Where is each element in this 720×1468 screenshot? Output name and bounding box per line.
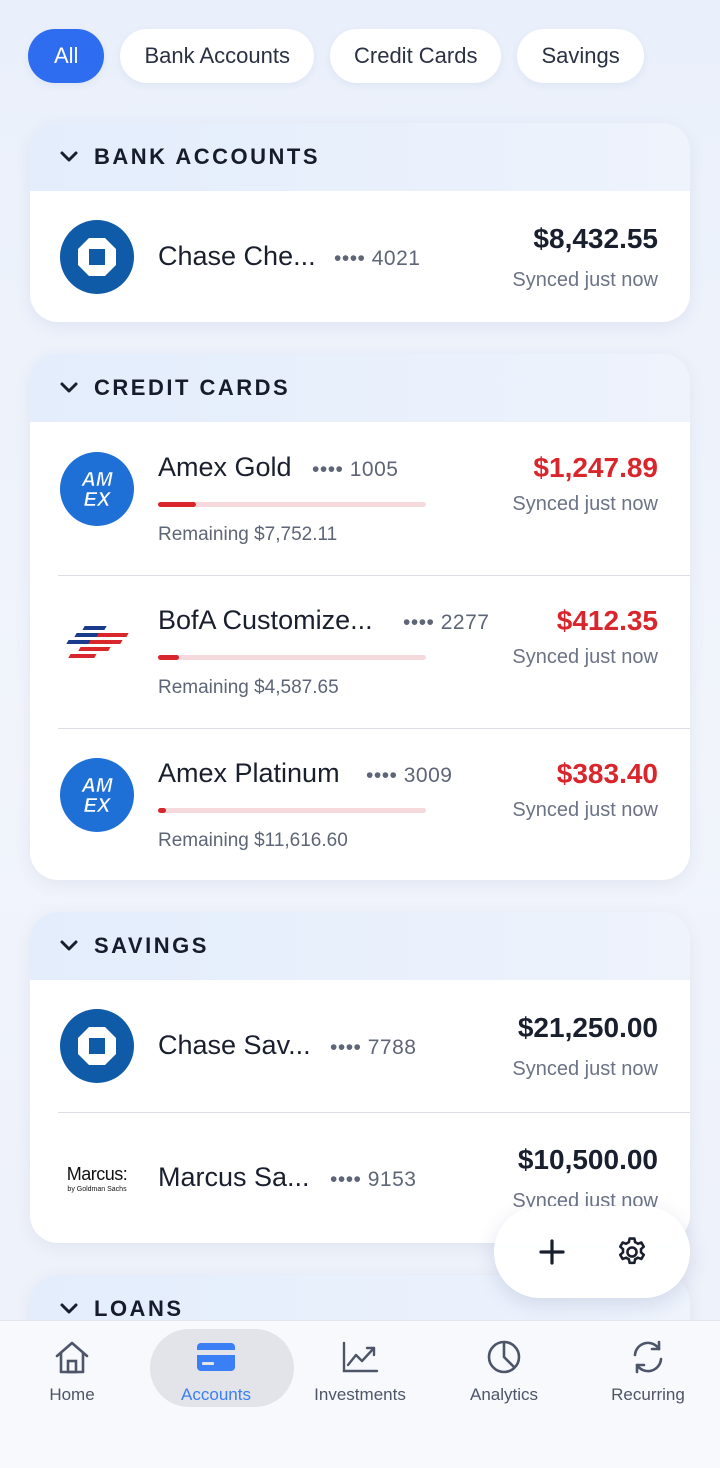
section-title: BANK ACCOUNTS (94, 144, 321, 169)
nav-home-label: Home (49, 1385, 95, 1404)
chevron-down-icon (58, 1298, 80, 1320)
credit-cards-section: CREDIT CARDS AM EX Amex Gold •••• 1005 $… (30, 354, 690, 880)
section-title: LOANS (94, 1296, 184, 1321)
credit-utilization-fill (158, 655, 180, 660)
svg-text:EX: EX (84, 489, 112, 511)
gear-icon (618, 1237, 646, 1265)
svg-text:AM: AM (80, 469, 113, 491)
add-account-button[interactable] (528, 1228, 576, 1276)
nav-analytics[interactable]: Analytics (432, 1321, 576, 1468)
nav-investments-label: Investments (314, 1385, 406, 1404)
chase-logo-icon (60, 220, 134, 294)
svg-text:EX: EX (84, 795, 112, 817)
savings-header[interactable]: SAVINGS (30, 912, 690, 980)
account-name: Amex Platinum (158, 758, 340, 788)
pie-chart-icon (482, 1337, 526, 1377)
account-mask: •••• 7788 (330, 1036, 417, 1059)
filter-bank-accounts-chip[interactable]: Bank Accounts (120, 29, 314, 83)
account-row-amex-gold[interactable]: AM EX Amex Gold •••• 1005 $1,247.89 Sync… (30, 422, 690, 575)
bank-accounts-header[interactable]: BANK ACCOUNTS (30, 123, 690, 191)
sync-status: Synced just now (512, 799, 658, 821)
nav-accounts-label: Accounts (181, 1385, 251, 1404)
account-mask: •••• 1005 (312, 458, 399, 481)
credit-utilization-bar (158, 808, 426, 813)
nav-recurring-label: Recurring (611, 1385, 685, 1404)
settings-button[interactable] (608, 1228, 656, 1276)
filter-all-chip[interactable]: All (28, 29, 105, 83)
marcus-logo-text: Marcus: (66, 1163, 128, 1184)
account-balance: $8,432.55 (533, 223, 658, 254)
sync-status: Synced just now (512, 1058, 658, 1080)
nav-analytics-label: Analytics (469, 1385, 539, 1404)
amex-logo-icon: AM EX (60, 758, 134, 832)
marcus-logo-icon: Marcus: by Goldman Sachs (60, 1141, 134, 1215)
account-mask: •••• 4021 (334, 247, 421, 270)
account-name: Amex Gold (158, 452, 292, 482)
remaining-credit: Remaining $7,752.11 (158, 524, 338, 545)
credit-card-icon (194, 1337, 238, 1377)
plus-icon (539, 1239, 565, 1265)
account-balance: $10,500.00 (517, 1144, 658, 1175)
bottom-nav: Home Accounts Investments Analytics Recu… (0, 1320, 720, 1468)
filter-savings-chip[interactable]: Savings (517, 29, 644, 83)
account-balance: $21,250.00 (517, 1012, 658, 1043)
marcus-logo-subtext: by Goldman Sachs (67, 1185, 127, 1193)
bofa-logo-icon (60, 605, 134, 679)
section-title: CREDIT CARDS (94, 375, 291, 400)
sync-status: Synced just now (512, 269, 658, 291)
account-balance: $412.35 (556, 605, 658, 636)
account-name: Chase Sav... (158, 1030, 311, 1060)
nav-recurring[interactable]: Recurring (576, 1321, 720, 1468)
account-name: Marcus Sa... (158, 1162, 310, 1192)
credit-utilization-fill (158, 502, 196, 507)
nav-investments[interactable]: Investments (288, 1321, 432, 1468)
account-row-bofa-customized[interactable]: BofA Customize... •••• 2277 $412.35 Sync… (30, 575, 690, 728)
refresh-icon (626, 1337, 670, 1377)
remaining-credit: Remaining $11,616.60 (158, 830, 348, 851)
nav-accounts[interactable]: Accounts (144, 1321, 294, 1468)
section-title: SAVINGS (94, 933, 209, 958)
account-name: BofA Customize... (158, 605, 373, 635)
bank-accounts-section: BANK ACCOUNTS Chase Che... •••• 4021 $8,… (30, 123, 690, 322)
account-row-amex-platinum[interactable]: AM EX Amex Platinum •••• 3009 $383.40 Sy… (30, 728, 690, 880)
nav-home[interactable]: Home (0, 1321, 144, 1468)
savings-section: SAVINGS Chase Sav... •••• 7788 $21,250.0… (30, 912, 690, 1243)
account-mask: •••• 3009 (366, 764, 453, 787)
account-name: Chase Che... (158, 241, 316, 271)
chase-logo-icon (60, 1009, 134, 1083)
filter-chips: All Bank Accounts Credit Cards Savings (28, 29, 644, 83)
credit-utilization-bar (158, 502, 426, 507)
account-mask: •••• 9153 (330, 1168, 417, 1191)
filter-credit-cards-chip[interactable]: Credit Cards (330, 29, 502, 83)
account-mask: •••• 2277 (403, 611, 490, 634)
account-row-chase-savings[interactable]: Chase Sav... •••• 7788 $21,250.00 Synced… (30, 980, 690, 1112)
account-balance: $1,247.89 (533, 452, 658, 483)
chart-line-icon (338, 1337, 382, 1377)
credit-cards-header[interactable]: CREDIT CARDS (30, 354, 690, 422)
chevron-down-icon (58, 377, 80, 399)
credit-utilization-bar (158, 655, 426, 660)
account-balance: $383.40 (556, 758, 658, 789)
credit-utilization-fill (158, 808, 167, 813)
home-icon (50, 1337, 94, 1377)
account-row-chase-checking[interactable]: Chase Che... •••• 4021 $8,432.55 Synced … (30, 191, 690, 322)
remaining-credit: Remaining $4,587.65 (158, 677, 339, 698)
amex-logo-icon: AM EX (60, 452, 134, 526)
chevron-down-icon (58, 146, 80, 168)
sync-status: Synced just now (512, 646, 658, 668)
floating-actions (494, 1206, 690, 1298)
svg-text:AM: AM (80, 775, 113, 797)
sync-status: Synced just now (512, 493, 658, 515)
chevron-down-icon (58, 935, 80, 957)
